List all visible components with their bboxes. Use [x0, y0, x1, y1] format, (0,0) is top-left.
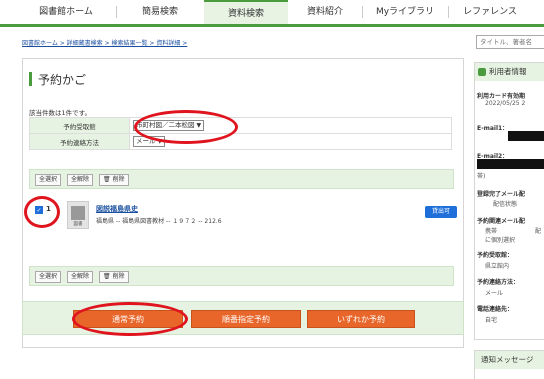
- top-selection-bar: 全選択 全解除 🗑 削除: [29, 169, 454, 189]
- page-title: 予約かご: [38, 73, 87, 87]
- tab-separator: [448, 6, 449, 18]
- result-count: 該当件数は1件です。: [29, 109, 91, 117]
- email2-note: 帯): [477, 173, 486, 180]
- item-meta: 福島県 -- 福島県図書教材 -- １９７２ -- 212.6: [96, 218, 222, 225]
- tab-my-library[interactable]: Myライブラリ: [364, 0, 446, 24]
- pickup-value: 県立館内: [485, 263, 510, 270]
- title-accent: [29, 72, 32, 86]
- search-input[interactable]: [476, 35, 544, 49]
- contact-label: 予約連絡方法：: [477, 279, 520, 286]
- reservation-mail-label: 予約関連メール配: [477, 218, 526, 225]
- highlight-circle: [24, 196, 60, 228]
- page-title-bar: 予約かご: [23, 59, 463, 95]
- select-all-button[interactable]: 全選択: [35, 271, 62, 283]
- tab-material-search[interactable]: 資料検索: [204, 0, 288, 24]
- notification-panel: 通知メッセージ: [474, 350, 544, 379]
- pickup-label: 予約受取館：: [477, 252, 514, 259]
- delete-button[interactable]: 🗑 削除: [99, 271, 129, 283]
- registration-mail-label: 登録完了メール配: [477, 191, 526, 198]
- card-expiry-label: 利用カード有効期: [477, 93, 526, 100]
- tab-separator: [116, 6, 117, 18]
- user-info-panel: 利用者情報 利用カード有効期 2022/05/25 2 E-mail1： E-m…: [474, 62, 544, 340]
- deselect-all-button[interactable]: 全解除: [67, 174, 94, 186]
- redacted-email2: [477, 159, 544, 169]
- contact-value: メール: [485, 290, 504, 297]
- book-icon: [71, 206, 85, 220]
- item-title-link[interactable]: 図説福島県史: [96, 204, 138, 214]
- user-icon: [478, 68, 486, 76]
- notification-title: 通知メッセージ: [475, 351, 544, 369]
- breadcrumb[interactable]: 図書館ホーム > 詳細蔵書検索 > 検索結果一覧 > 資料詳細 >: [22, 38, 187, 47]
- redacted-email1: [508, 131, 544, 141]
- top-nav: 図書館ホーム 簡易検索 資料検索 資料紹介 Myライブラリ レファレンス: [0, 0, 544, 27]
- book-caption: 図書: [73, 222, 83, 227]
- availability-badge: 貸出可: [425, 206, 457, 218]
- delete-label: 削除: [112, 176, 125, 183]
- phone-label: 電話連絡先：: [477, 306, 514, 313]
- highlight-circle: [72, 302, 188, 336]
- registration-mail-value: 配信状態: [493, 201, 518, 208]
- tab-reference[interactable]: レファレンス: [450, 0, 530, 24]
- user-info-title: 利用者情報: [489, 67, 527, 76]
- pickup-library-label: 予約受取館: [29, 117, 130, 134]
- tab-simple-search[interactable]: 簡易検索: [118, 0, 202, 24]
- reservation-mail-value1: 携帯: [485, 228, 498, 235]
- bottom-selection-bar: 全選択 全解除 🗑 削除: [29, 266, 454, 286]
- ordered-reservation-button[interactable]: 順番指定予約: [191, 310, 301, 328]
- book-thumbnail: 図書: [67, 201, 89, 229]
- reservation-settings: 予約受取館 市町村図／二本松図 ▼ 予約連絡方法 メール ▼: [29, 117, 452, 150]
- select-all-button[interactable]: 全選択: [35, 174, 62, 186]
- card-expiry-value: 2022/05/25 2: [485, 100, 526, 107]
- highlight-circle: [134, 110, 238, 144]
- delete-label: 削除: [112, 273, 125, 280]
- email1-label: E-mail1：: [477, 125, 509, 132]
- tab-library-home[interactable]: 図書館ホーム: [18, 0, 114, 24]
- reservation-mail-value1b: 配: [535, 228, 542, 235]
- trash-icon: 🗑: [103, 176, 111, 183]
- phone-value: 自宅: [485, 317, 498, 324]
- deselect-all-button[interactable]: 全解除: [67, 271, 94, 283]
- reservation-mail-value2: に個別選択: [485, 237, 516, 244]
- tab-material-intro[interactable]: 資料紹介: [290, 0, 360, 24]
- tab-separator: [362, 6, 363, 18]
- either-reservation-button[interactable]: いずれか予約: [307, 310, 415, 328]
- contact-method-label: 予約連絡方法: [29, 133, 130, 150]
- trash-icon: 🗑: [103, 273, 111, 280]
- delete-button[interactable]: 🗑 削除: [99, 174, 129, 186]
